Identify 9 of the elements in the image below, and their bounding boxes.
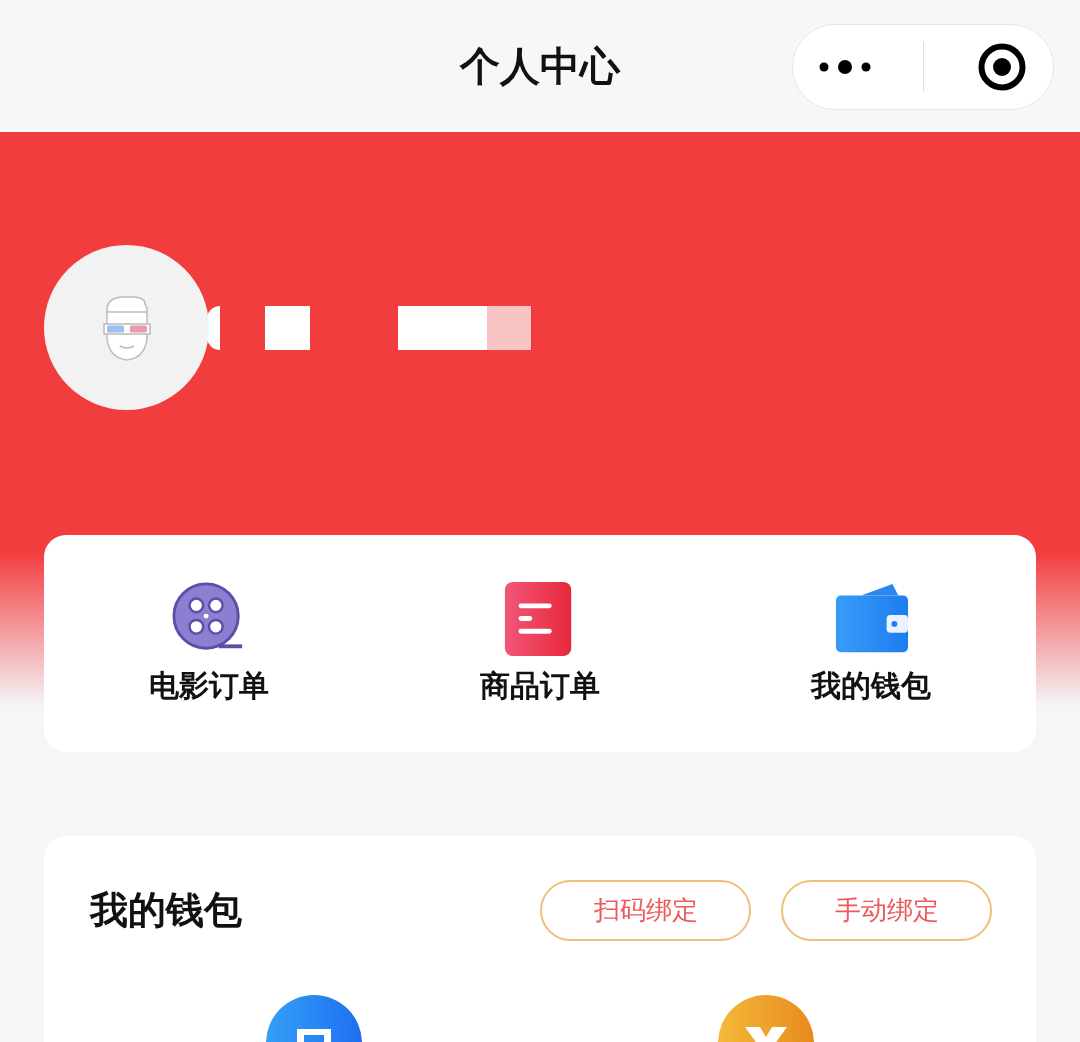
more-icon[interactable] (819, 59, 872, 75)
shortcut-label[interactable]: 电影订单 (149, 666, 270, 707)
section-title: 我的钱包 (90, 887, 242, 934)
shortcut-label[interactable]: 我的钱包 (810, 666, 931, 707)
page-title: 个人中心 (460, 41, 620, 91)
close-target-icon[interactable] (976, 42, 1027, 92)
coin-icon[interactable] (718, 995, 814, 1042)
card-icon[interactable] (266, 995, 362, 1042)
shortcut-label[interactable]: 商品订单 (480, 666, 600, 707)
